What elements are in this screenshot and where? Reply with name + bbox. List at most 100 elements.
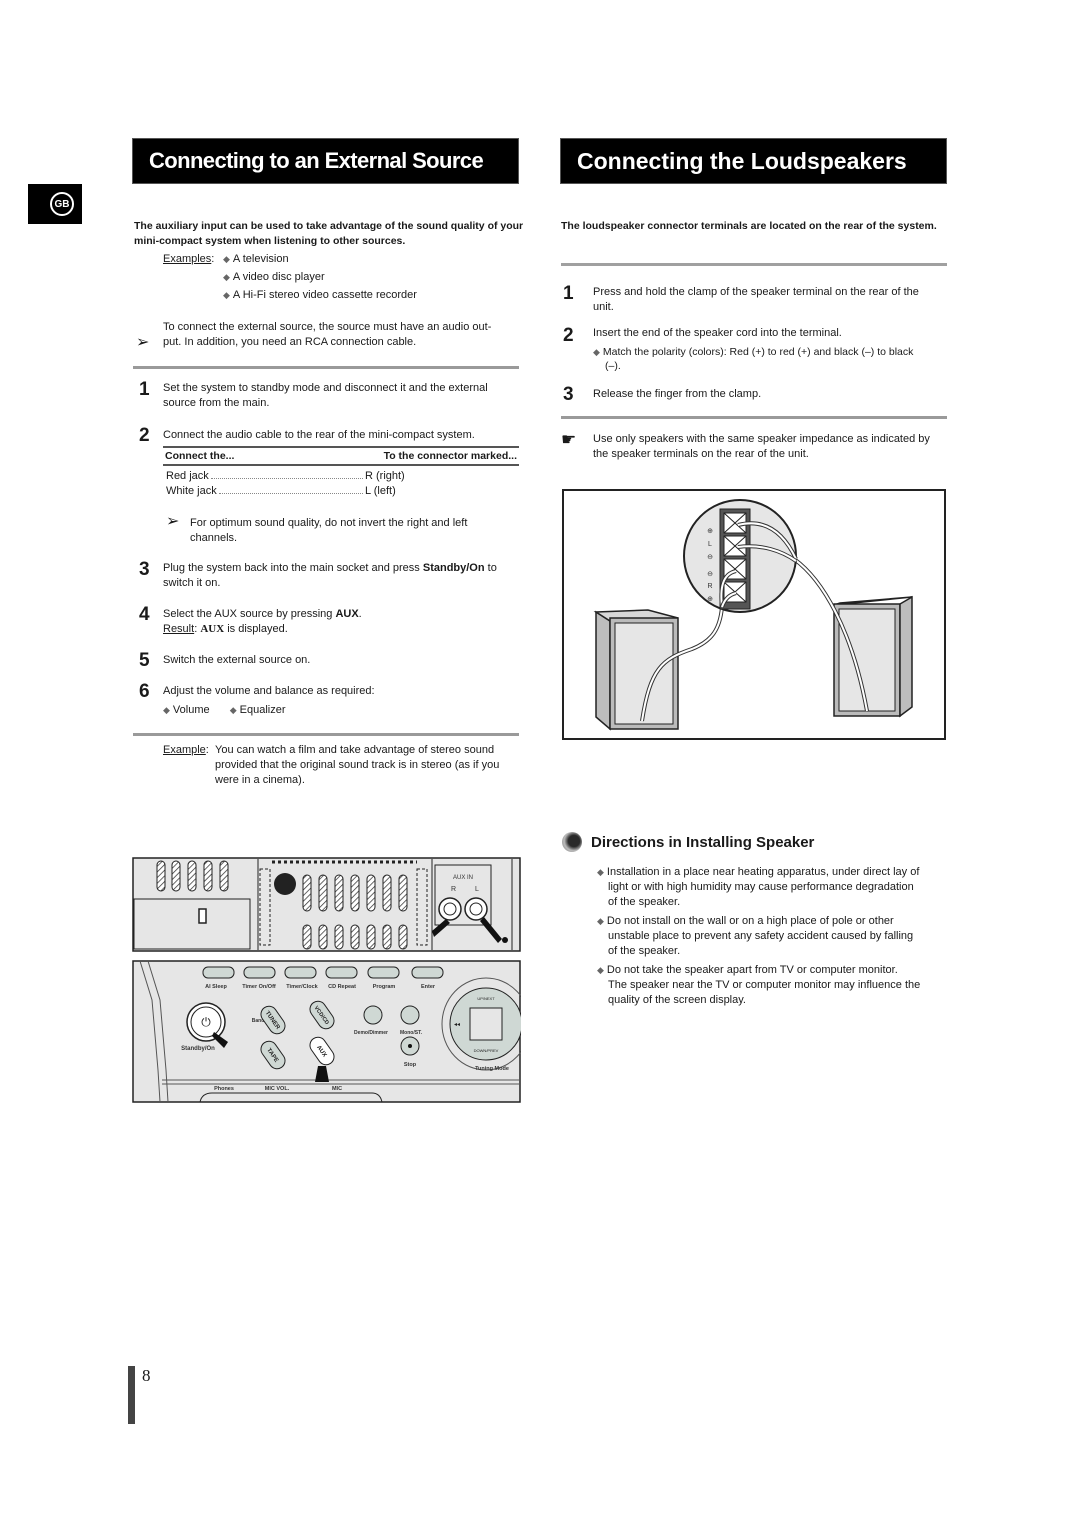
svg-text:AI Sleep: AI Sleep — [205, 984, 227, 990]
speaker-connection-diagram: ⊕ L ⊖ ⊖ R ⊕ — [562, 489, 946, 740]
diamond-bullet-icon: ◆ — [593, 347, 600, 357]
ai-sleep-button[interactable] — [202, 966, 235, 979]
page-marker-bar — [128, 1366, 135, 1424]
svg-text:MIC VOL.: MIC VOL. — [265, 1086, 290, 1092]
section-title-text: Connecting the Loudspeakers — [577, 147, 907, 174]
intro-text: The auxiliary input can be used to take … — [134, 220, 524, 247]
example-item: ◆ A video disc player — [223, 271, 325, 283]
diamond-bullet-icon: ◆ — [223, 290, 230, 300]
table-header-cell: Connect the... — [165, 450, 235, 462]
right-speaker — [833, 595, 913, 718]
svg-text:L: L — [475, 886, 479, 893]
note-arrow-icon: ➢ — [166, 513, 180, 530]
left-speaker — [593, 609, 679, 731]
terminal-label: L — [708, 541, 712, 548]
terminal-label: ⊖ — [707, 571, 713, 578]
step-text: Press and hold the clamp of the speaker … — [593, 286, 919, 313]
language-tab: GB — [28, 184, 82, 224]
svg-text:UP/NEXT: UP/NEXT — [477, 996, 495, 1001]
enter-button[interactable] — [411, 966, 444, 979]
note-rca-cable: To connect the external source, the sour… — [163, 321, 492, 348]
svg-text:Timer/Clock: Timer/Clock — [286, 984, 318, 990]
step-text: Set the system to standby mode and disco… — [163, 382, 488, 409]
step-number: 6 — [139, 681, 150, 702]
divider — [133, 366, 519, 369]
mono-st-button[interactable] — [400, 1005, 420, 1025]
svg-text:CD Repeat: CD Repeat — [328, 984, 356, 990]
section-title-text: Connecting to an External Source — [149, 148, 484, 173]
divider — [133, 733, 519, 736]
step-number: 5 — [139, 650, 150, 671]
step-number: 3 — [139, 559, 150, 580]
example-item: ◆ A television — [223, 253, 289, 265]
rear-panel-illustration: AUX IN R L — [132, 857, 521, 952]
example-item: ◆ A Hi-Fi stereo video cassette recorder — [223, 289, 417, 301]
step-number: 2 — [139, 425, 150, 446]
caution-note: Use only speakers with the same speaker … — [593, 433, 930, 460]
pointing-hand-icon: ☛ — [561, 430, 577, 449]
note-channels: For optimum sound quality, do not invert… — [190, 517, 468, 544]
diamond-bullet-icon: ◆ — [223, 272, 230, 282]
intro-text: The loudspeaker connector terminals are … — [561, 220, 937, 232]
terminal-label: ⊕ — [707, 596, 713, 603]
examples-list: ◆ A television ◆ A video disc player ◆ A Hi… — [223, 252, 417, 303]
step-text: Switch the external source on. — [163, 654, 311, 666]
step-text: Plug the system back into the main socke… — [163, 562, 497, 589]
step-number: 1 — [563, 283, 574, 304]
example-text: You can watch a film and take advantage … — [215, 744, 500, 786]
table-header-cell: To the connector marked... — [383, 450, 517, 462]
terminal-label: ⊖ — [707, 554, 713, 561]
front-panel-illustration: AI Sleep Timer On/Off Timer/Clock CD Rep… — [132, 960, 521, 1103]
list-item: ◆ Do not install on the wall or on a high… — [597, 915, 914, 957]
table-header: Connect the... To the connector marked..… — [163, 446, 519, 466]
examples-label: Examples: — [163, 253, 215, 265]
svg-text:Demo/Dimmer: Demo/Dimmer — [354, 1030, 388, 1036]
step-text: Release the finger from the clamp. — [593, 388, 762, 400]
list-item: ◆ Do not take the speaker apart from TV o… — [597, 964, 921, 1006]
cd-repeat-button[interactable] — [325, 966, 358, 979]
divider — [561, 263, 947, 266]
table-row: Red jack R (right) — [166, 470, 405, 482]
svg-text:Timer On/Off: Timer On/Off — [242, 984, 276, 990]
diamond-bullet-icon: ◆ — [163, 705, 170, 715]
svg-text:Enter: Enter — [421, 984, 436, 990]
enter-center-button[interactable] — [469, 1007, 503, 1041]
step-number: 3 — [563, 384, 574, 405]
svg-text:Mono/ST.: Mono/ST. — [400, 1030, 423, 1036]
terminal-label: R — [707, 583, 712, 590]
rewind-icon: ◂◂ — [454, 1022, 460, 1028]
svg-text:Stop: Stop — [404, 1062, 417, 1068]
diamond-bullet-icon: ◆ — [597, 867, 604, 877]
terminal-label: ⊕ — [707, 528, 713, 535]
step-text: Connect the audio cable to the rear of t… — [163, 429, 475, 441]
demo-dimmer-button[interactable] — [363, 1005, 383, 1025]
step-text: Insert the end of the speaker cord into … — [593, 327, 914, 372]
diamond-bullet-icon: ◆ — [229, 705, 237, 715]
note-arrow-icon: ➢ — [136, 334, 150, 351]
diamond-bullet-icon: ◆ — [223, 254, 230, 264]
language-badge: GB — [50, 192, 74, 216]
svg-text:MIC: MIC — [332, 1086, 342, 1092]
example-label: Example: — [163, 744, 209, 756]
svg-text:Tuning Mode: Tuning Mode — [475, 1066, 509, 1072]
step-number: 2 — [563, 325, 574, 346]
section-title-loudspeakers: Connecting the Loudspeakers — [560, 138, 947, 184]
svg-text:R: R — [451, 886, 456, 893]
aux-in-label: AUX IN — [453, 875, 473, 881]
section-bullet-icon — [562, 832, 582, 852]
step-number: 1 — [139, 379, 150, 400]
timer-clock-button[interactable] — [284, 966, 317, 979]
table-row: White jack L (left) — [166, 485, 396, 497]
diamond-bullet-icon: ◆ — [597, 965, 604, 975]
svg-text:Standby/On: Standby/On — [181, 1046, 215, 1052]
list-item: ◆ Installation in a place near heating ap… — [597, 866, 920, 908]
svg-text:DOWN/PREV: DOWN/PREV — [474, 1048, 499, 1053]
directions-list: ◆ Installation in a place near heating ap… — [597, 865, 947, 1008]
divider — [561, 416, 947, 419]
diamond-bullet-icon: ◆ — [597, 916, 604, 926]
program-button[interactable] — [367, 966, 400, 979]
step-number: 4 — [139, 604, 150, 625]
timer-onoff-button[interactable] — [243, 966, 276, 979]
svg-text:Program: Program — [373, 984, 396, 990]
section-title-external-source: Connecting to an External Source — [132, 138, 519, 184]
